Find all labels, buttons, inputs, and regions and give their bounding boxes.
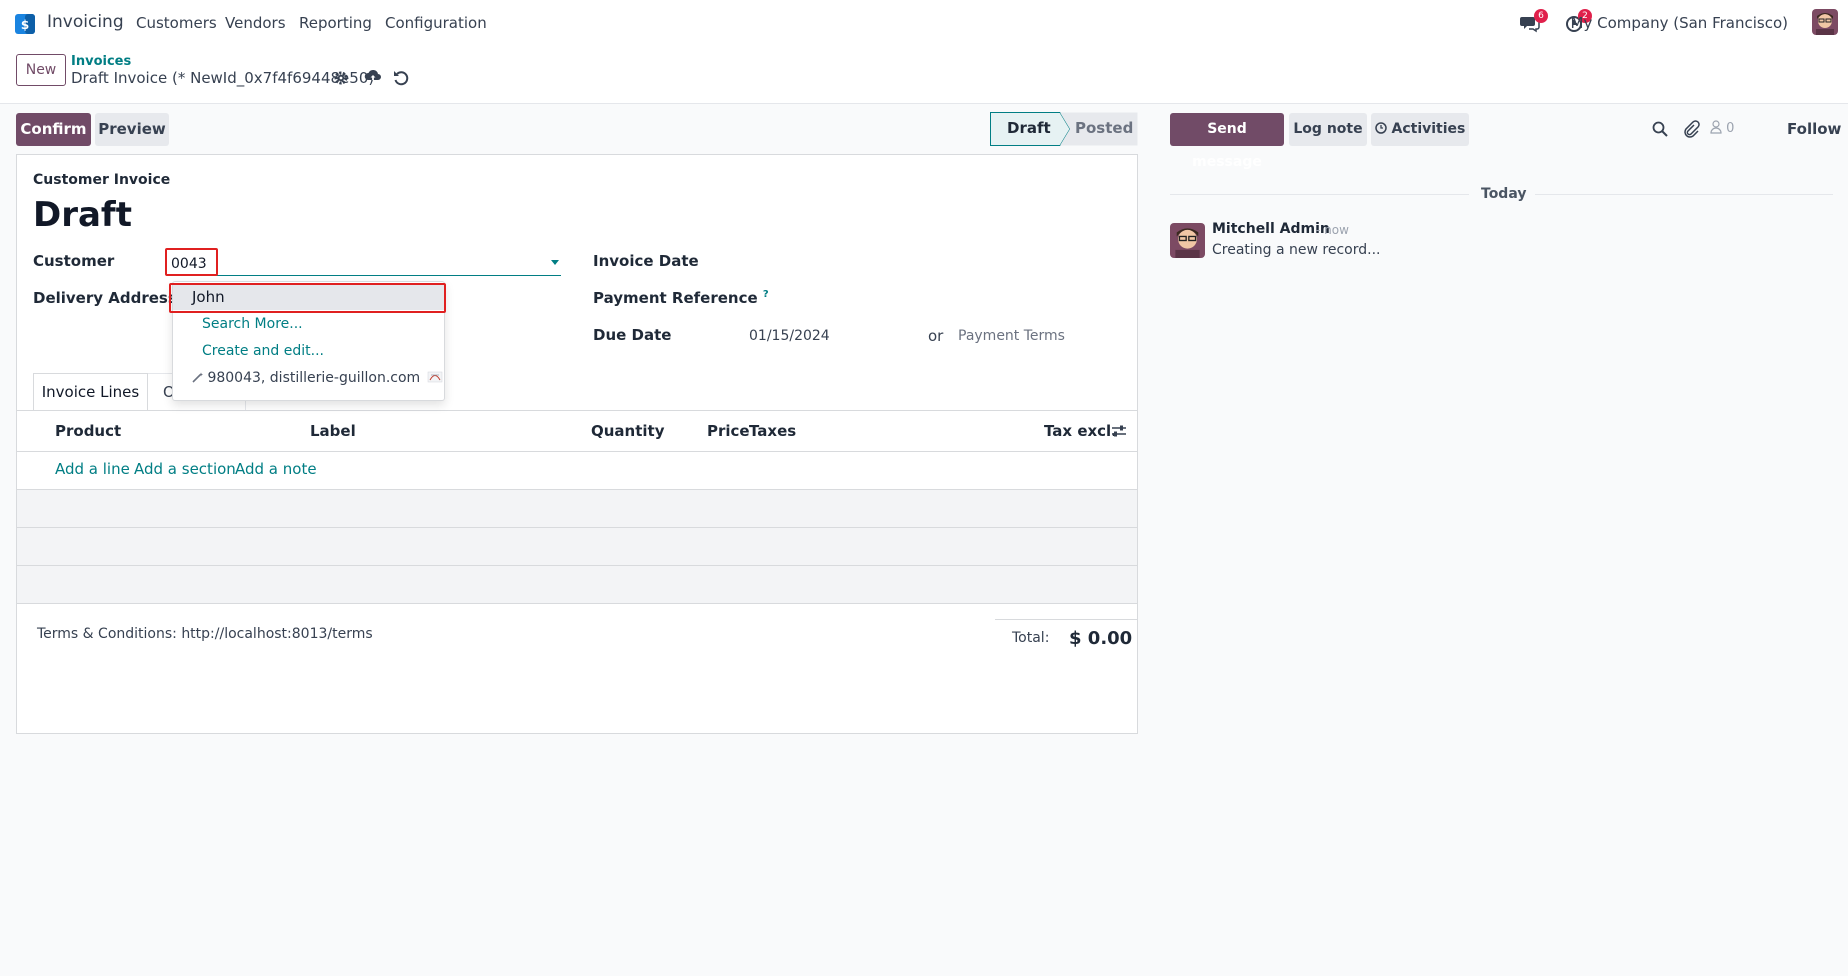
message-time: - now bbox=[1316, 223, 1349, 237]
help-icon[interactable]: ? bbox=[763, 289, 769, 300]
total-divider bbox=[995, 619, 1137, 620]
activities-chatter-button[interactable]: Activities bbox=[1371, 113, 1469, 146]
menu-configuration[interactable]: Configuration bbox=[385, 14, 487, 32]
empty-row bbox=[17, 566, 1137, 604]
log-note-button[interactable]: Log note bbox=[1289, 113, 1367, 146]
user-icon bbox=[1710, 120, 1722, 134]
due-date-value[interactable]: 01/15/2024 bbox=[749, 328, 830, 344]
header-taxes[interactable]: Taxes bbox=[749, 422, 796, 440]
or-label: or bbox=[928, 327, 944, 345]
author-avatar-image bbox=[1170, 223, 1205, 258]
followers-count: 0 bbox=[1726, 121, 1735, 136]
user-avatar-image bbox=[1812, 9, 1838, 35]
invoicing-app-icon[interactable]: $ bbox=[15, 14, 35, 34]
main-navbar: $ Invoicing Customers Vendors Reporting … bbox=[0, 0, 1848, 46]
magic-wand-icon bbox=[192, 372, 203, 383]
header-tax-excl[interactable]: Tax excl. bbox=[1044, 422, 1117, 440]
add-section-link[interactable]: Add a section bbox=[134, 460, 236, 478]
preview-button[interactable]: Preview bbox=[95, 113, 169, 146]
add-line-link[interactable]: Add a line bbox=[55, 460, 130, 478]
new-button[interactable]: New bbox=[16, 54, 66, 86]
messages-badge: 6 bbox=[1534, 9, 1548, 23]
customer-label: Customer bbox=[33, 252, 115, 270]
total-value: $ 0.00 bbox=[1069, 628, 1133, 649]
messages-button[interactable]: 6 bbox=[1520, 9, 1548, 33]
empty-row bbox=[17, 528, 1137, 566]
date-separator-line bbox=[1170, 194, 1469, 195]
invoice-state-title: Draft bbox=[33, 195, 132, 235]
search-icon[interactable] bbox=[1651, 120, 1669, 138]
due-date-label: Due Date bbox=[593, 326, 672, 344]
status-posted[interactable]: Posted bbox=[1075, 112, 1133, 146]
optional-columns-icon[interactable] bbox=[1111, 423, 1127, 439]
header-product[interactable]: Product bbox=[55, 422, 121, 440]
autocomplete-item-company[interactable]: 980043, distillerie-guillon.com bbox=[173, 365, 444, 391]
add-note-link[interactable]: Add a note bbox=[235, 460, 317, 478]
customer-field[interactable]: 0043 bbox=[167, 252, 561, 276]
date-separator-line bbox=[1535, 194, 1833, 195]
user-avatar[interactable] bbox=[1812, 9, 1838, 35]
send-message-button[interactable]: Send message bbox=[1170, 113, 1284, 170]
follow-button[interactable]: Follow bbox=[1787, 120, 1841, 138]
breadcrumb-invoices[interactable]: Invoices bbox=[71, 54, 131, 69]
svg-text:$: $ bbox=[21, 18, 29, 32]
create-and-edit-link[interactable]: Create and edit... bbox=[173, 338, 444, 364]
chevron-down-icon[interactable] bbox=[551, 260, 559, 265]
menu-vendors[interactable]: Vendors bbox=[225, 14, 286, 32]
followers-button[interactable]: 0 bbox=[1710, 120, 1734, 138]
header-label[interactable]: Label bbox=[310, 422, 356, 440]
menu-customers[interactable]: Customers bbox=[136, 14, 217, 32]
app-name[interactable]: Invoicing bbox=[47, 12, 124, 32]
menu-reporting[interactable]: Reporting bbox=[299, 14, 372, 32]
cloud-upload-icon[interactable] bbox=[364, 67, 382, 85]
message-body: Creating a new record... bbox=[1212, 242, 1381, 258]
payment-reference-label: Payment Reference ? bbox=[593, 289, 769, 307]
delivery-address-label: Delivery Address ? bbox=[33, 289, 188, 307]
date-separator: Today bbox=[1481, 186, 1527, 202]
clock-icon bbox=[1374, 122, 1387, 134]
invoice-date-label: Invoice Date bbox=[593, 252, 699, 270]
paperclip-icon[interactable] bbox=[1682, 120, 1700, 138]
message-author-avatar[interactable] bbox=[1170, 223, 1205, 258]
gear-icon[interactable] bbox=[332, 69, 350, 87]
header-price[interactable]: Price bbox=[707, 422, 750, 440]
company-switcher[interactable]: My Company (San Francisco) bbox=[1571, 14, 1788, 32]
empty-row bbox=[17, 490, 1137, 528]
john-item-highlight bbox=[169, 283, 446, 313]
tab-invoice-lines[interactable]: Invoice Lines bbox=[33, 373, 148, 411]
move-type-label: Customer Invoice bbox=[33, 172, 171, 188]
confirm-button[interactable]: Confirm bbox=[16, 113, 91, 146]
payment-terms-input[interactable]: Payment Terms bbox=[958, 328, 1065, 344]
header-quantity[interactable]: Quantity bbox=[591, 422, 665, 440]
status-draft[interactable]: Draft bbox=[1007, 112, 1051, 146]
message-author[interactable]: Mitchell Admin bbox=[1212, 221, 1330, 237]
company-suggestion-text: 980043, distillerie-guillon.com bbox=[207, 370, 421, 386]
record-name: Draft Invoice (* NewId_0x7f4f69448e50) bbox=[71, 69, 375, 87]
payment-reference-text: Payment Reference bbox=[593, 289, 758, 307]
terms-conditions[interactable]: Terms & Conditions: http://localhost:801… bbox=[37, 626, 373, 642]
search-more-link[interactable]: Search More... bbox=[173, 311, 444, 337]
discard-undo-icon[interactable] bbox=[392, 69, 410, 87]
control-panel: New Invoices Draft Invoice (* NewId_0x7f… bbox=[0, 46, 1848, 104]
company-logo-icon bbox=[427, 371, 442, 383]
lines-table-header bbox=[17, 411, 1137, 452]
customer-input-highlight bbox=[165, 248, 218, 276]
delivery-address-text: Delivery Address bbox=[33, 289, 177, 307]
activities-label: Activities bbox=[1391, 121, 1466, 137]
total-label: Total: bbox=[1012, 630, 1050, 646]
